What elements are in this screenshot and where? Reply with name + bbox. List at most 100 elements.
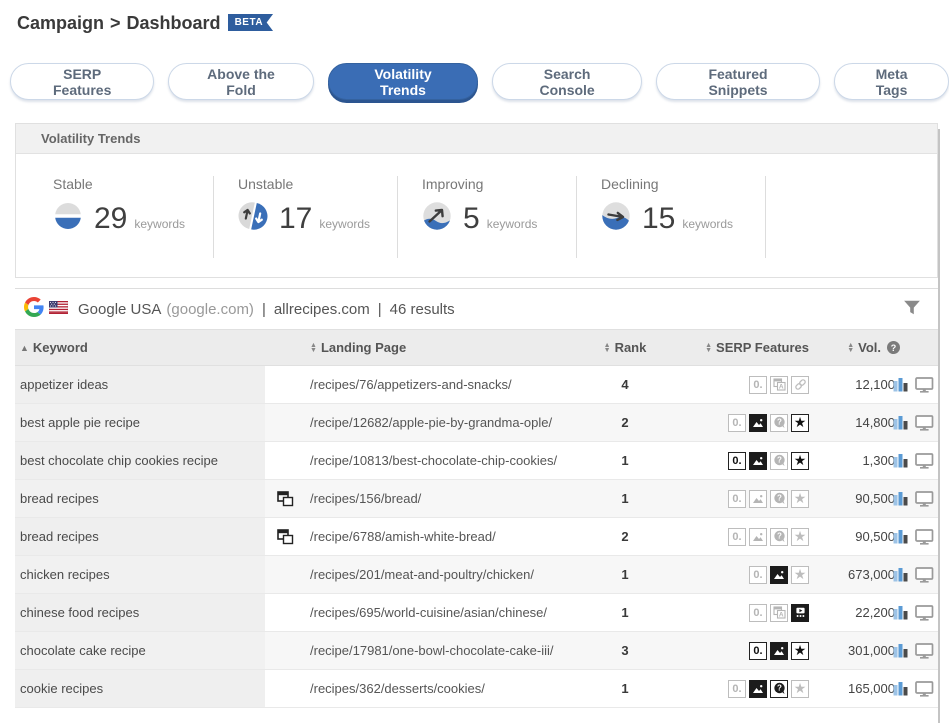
stat-unit: keywords <box>487 217 538 231</box>
serp-feature-related-questions-icon: ? <box>770 528 788 546</box>
tab-featured-snippets[interactable]: Featured Snippets <box>656 63 820 100</box>
table-row: bread recipes/recipes/156/bread/10.?★90,… <box>15 480 938 518</box>
tab-search-console[interactable]: Search Console <box>492 63 642 100</box>
serp-feature-image-pack-icon <box>749 528 767 546</box>
search-engine-domain: (google.com) <box>166 301 254 318</box>
stat-unit: keywords <box>319 217 370 231</box>
serp-features-cell: 0.?★ <box>660 670 815 707</box>
stat-unstable: Unstable17keywords <box>214 176 398 258</box>
stat-improving: Improving5keywords <box>398 176 577 258</box>
volume-cell: 12,100 <box>815 366 895 403</box>
serp-feature-related-questions-icon: ? <box>770 490 788 508</box>
rank-history-chart-icon[interactable] <box>893 491 909 506</box>
table-row: bread recipes/recipe/6788/amish-white-br… <box>15 518 938 556</box>
serp-preview-monitor-icon[interactable] <box>915 377 934 393</box>
breadcrumb-dashboard: Dashboard <box>127 13 221 33</box>
rank-history-chart-icon[interactable] <box>893 567 909 582</box>
serp-preview-monitor-icon[interactable] <box>915 681 934 697</box>
landing-page-cell: /recipes/695/world-cuisine/asian/chinese… <box>305 594 590 631</box>
serp-preview-monitor-icon[interactable] <box>915 529 934 545</box>
serp-preview-monitor-icon[interactable] <box>915 491 934 507</box>
results-count: 46 results <box>390 301 455 318</box>
stat-label: Improving <box>422 176 576 192</box>
column-label: Rank <box>615 340 647 355</box>
star-glyph: ★ <box>794 491 807 505</box>
star-glyph: ★ <box>794 415 807 429</box>
column-label: SERP Features <box>716 340 809 355</box>
tab-volatility-trends[interactable]: Volatility Trends <box>328 63 479 100</box>
stat-value: 15 <box>642 202 675 236</box>
rank-cell: 3 <box>590 632 660 669</box>
tab-serp-features[interactable]: SERP Features <box>10 63 154 100</box>
serp-feature-reviews-icon: ★ <box>791 490 809 508</box>
serp-features-cell: 0.?★ <box>660 518 815 555</box>
keyword-cell: chinese food recipes <box>15 594 265 631</box>
rank-history-chart-icon[interactable] <box>893 681 909 696</box>
serp-preview-monitor-icon[interactable] <box>915 605 934 621</box>
sort-icon: ▲▼ <box>310 343 317 353</box>
filter-icon[interactable] <box>900 297 924 321</box>
column-label: Landing Page <box>321 340 406 355</box>
panel-right-edge <box>938 129 940 723</box>
column-header-vol-[interactable]: ▲▼Vol.? <box>815 340 900 355</box>
serp-preview-monitor-icon[interactable] <box>915 643 934 659</box>
row-actions-cell <box>895 442 938 479</box>
star-glyph: ★ <box>794 567 807 581</box>
results-table-container: Google USA (google.com) | allrecipes.com… <box>15 288 938 708</box>
stat-declining: Declining15keywords <box>577 176 766 258</box>
page-icon-cell <box>265 480 305 517</box>
rank-cell: 1 <box>590 594 660 631</box>
help-icon[interactable]: ? <box>887 341 900 354</box>
serp-feature-position-zero-icon: 0. <box>749 642 767 660</box>
landing-page-cell: /recipes/156/bread/ <box>305 480 590 517</box>
declining-icon <box>601 201 631 236</box>
search-engine-label: Google USA <box>78 301 161 318</box>
serp-preview-monitor-icon[interactable] <box>915 567 934 583</box>
us-flag-icon <box>49 301 68 318</box>
serp-feature-related-questions-icon: ? <box>770 414 788 432</box>
rank-history-chart-icon[interactable] <box>893 377 909 392</box>
tab-meta-tags[interactable]: Meta Tags <box>834 63 949 100</box>
serp-feature-position-zero-icon: 0. <box>728 452 746 470</box>
column-header-serp-features[interactable]: ▲▼SERP Features <box>660 340 815 355</box>
keyword-cell: chocolate cake recipe <box>15 632 265 669</box>
star-glyph: ★ <box>794 681 807 695</box>
tab-above-the-fold[interactable]: Above the Fold <box>168 63 313 100</box>
rank-cell: 4 <box>590 366 660 403</box>
rank-history-chart-icon[interactable] <box>893 453 909 468</box>
rank-history-chart-icon[interactable] <box>893 643 909 658</box>
rank-history-chart-icon[interactable] <box>893 415 909 430</box>
serp-feature-position-zero-icon: 0. <box>728 528 746 546</box>
landing-page-cell: /recipe/6788/amish-white-bread/ <box>305 518 590 555</box>
svg-text:?: ? <box>777 684 782 693</box>
volatility-trends-panel: Volatility Trends Stable29keywordsUnstab… <box>15 123 938 278</box>
serp-feature-reviews-icon: ★ <box>791 452 809 470</box>
column-header-keyword[interactable]: ▲Keyword <box>15 340 305 355</box>
volume-cell: 301,000 <box>815 632 895 669</box>
serp-feature-reviews-icon: ★ <box>791 414 809 432</box>
star-glyph: ★ <box>794 643 807 657</box>
multiple-pages-icon[interactable] <box>277 491 294 507</box>
page-icon-cell <box>265 442 305 479</box>
serp-feature-ads-icon: A <box>770 376 788 394</box>
rank-history-chart-icon[interactable] <box>893 605 909 620</box>
column-header-landing-page[interactable]: ▲▼ Landing Page <box>305 340 590 355</box>
row-actions-cell <box>895 594 938 631</box>
rank-history-chart-icon[interactable] <box>893 529 909 544</box>
landing-page-cell: /recipe/12682/apple-pie-by-grandma-ople/ <box>305 404 590 441</box>
rank-cell: 1 <box>590 556 660 593</box>
rank-cell: 1 <box>590 670 660 707</box>
serp-preview-monitor-icon[interactable] <box>915 415 934 431</box>
serp-feature-related-questions-icon: ? <box>770 680 788 698</box>
serp-feature-link-icon <box>791 376 809 394</box>
keyword-cell: cookie recipes <box>15 670 265 707</box>
svg-text:?: ? <box>777 456 782 465</box>
column-header-rank[interactable]: ▲▼Rank <box>590 340 660 355</box>
stat-stable: Stable29keywords <box>16 176 214 258</box>
serp-feature-image-pack-icon <box>749 414 767 432</box>
rank-cell: 2 <box>590 404 660 441</box>
table-row: chinese food recipes/recipes/695/world-c… <box>15 594 938 632</box>
multiple-pages-icon[interactable] <box>277 529 294 545</box>
serp-preview-monitor-icon[interactable] <box>915 453 934 469</box>
breadcrumb-separator: > <box>110 13 121 33</box>
